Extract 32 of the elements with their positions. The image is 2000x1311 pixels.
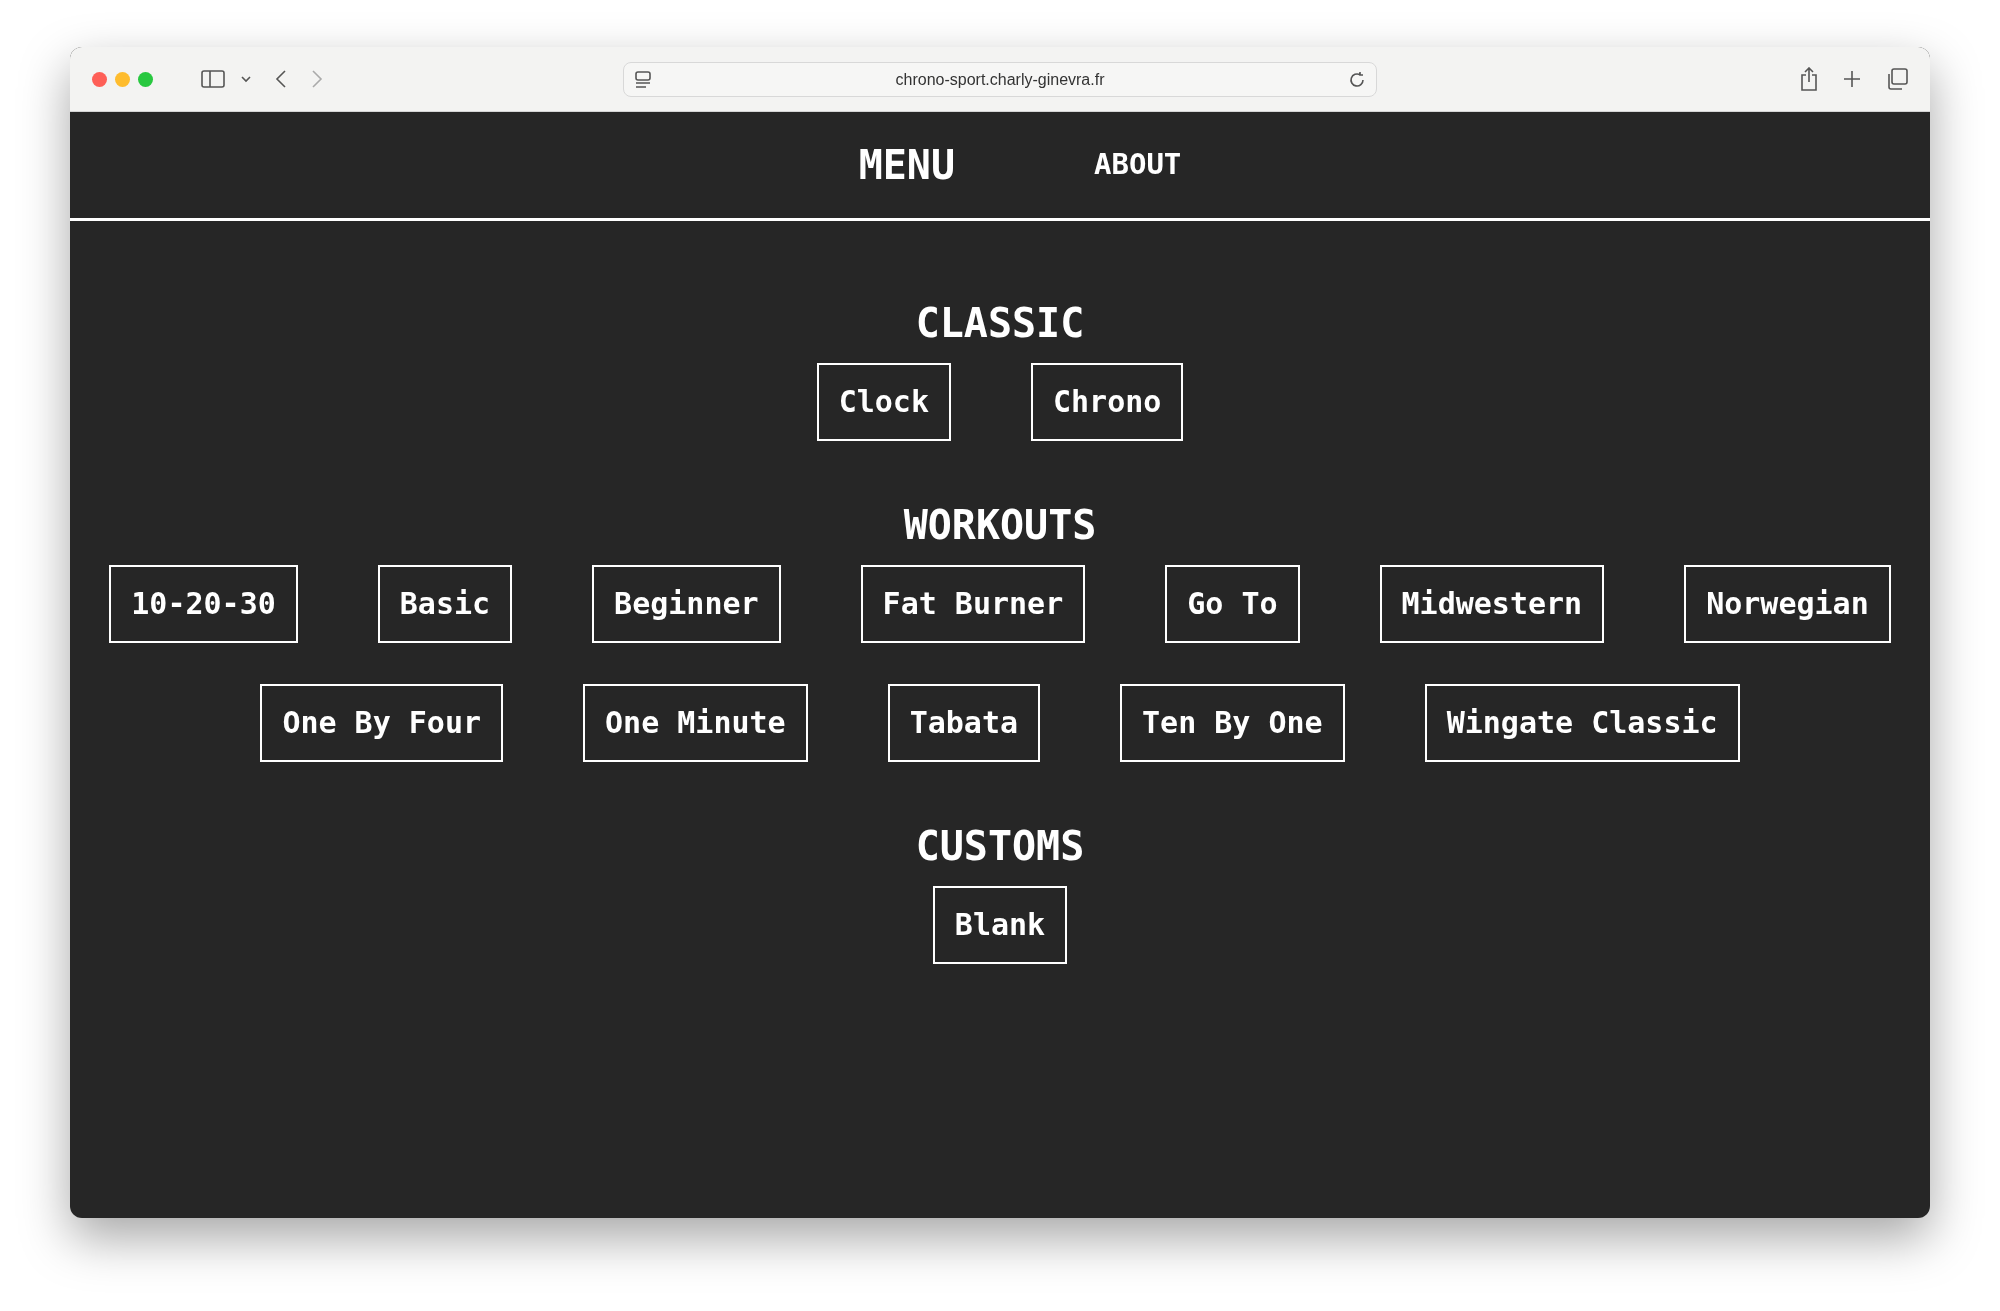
timer-button[interactable]: Go To bbox=[1165, 565, 1300, 643]
url-text: chrono-sport.charly-ginevra.fr bbox=[895, 69, 1105, 90]
timer-button[interactable]: Basic bbox=[377, 565, 513, 643]
timer-button[interactable]: Blank bbox=[932, 886, 1068, 964]
timer-button[interactable]: Ten By One bbox=[1120, 684, 1345, 762]
nav-link[interactable]: MENU bbox=[858, 135, 955, 195]
sidebar-icon[interactable] bbox=[201, 70, 225, 88]
timer-button[interactable]: Norwegian bbox=[1684, 565, 1891, 643]
back-icon[interactable] bbox=[275, 70, 287, 88]
timer-button[interactable]: Chrono bbox=[1030, 363, 1184, 441]
nav-link[interactable]: ABOUT bbox=[1094, 143, 1182, 187]
address-bar[interactable]: chrono-sport.charly-ginevra.fr bbox=[623, 62, 1377, 97]
section-heading: CUSTOMS bbox=[914, 822, 1086, 870]
timer-button[interactable]: Fat Burner bbox=[860, 565, 1086, 643]
tabs-icon[interactable] bbox=[1886, 68, 1908, 90]
section-heading: CLASSIC bbox=[914, 299, 1086, 347]
section-heading: WORKOUTS bbox=[902, 501, 1098, 549]
timer-button[interactable]: Wingate Classic bbox=[1424, 684, 1740, 762]
timer-button[interactable]: Tabata bbox=[887, 684, 1041, 762]
page-icon bbox=[634, 70, 652, 89]
timer-button[interactable]: Clock bbox=[816, 363, 951, 441]
timer-button[interactable]: Beginner bbox=[592, 565, 781, 643]
chevron-down-icon[interactable] bbox=[241, 75, 251, 83]
timer-button[interactable]: One By Four bbox=[260, 684, 504, 762]
timer-button[interactable]: 10-20-30 bbox=[109, 565, 298, 643]
forward-icon bbox=[311, 70, 323, 88]
timer-button[interactable]: One Minute bbox=[583, 684, 808, 762]
reload-icon[interactable] bbox=[1348, 70, 1366, 89]
timer-button[interactable]: Midwestern bbox=[1379, 565, 1605, 643]
share-icon[interactable] bbox=[1800, 67, 1818, 91]
plus-icon[interactable] bbox=[1842, 69, 1862, 89]
close-icon[interactable] bbox=[92, 71, 107, 87]
